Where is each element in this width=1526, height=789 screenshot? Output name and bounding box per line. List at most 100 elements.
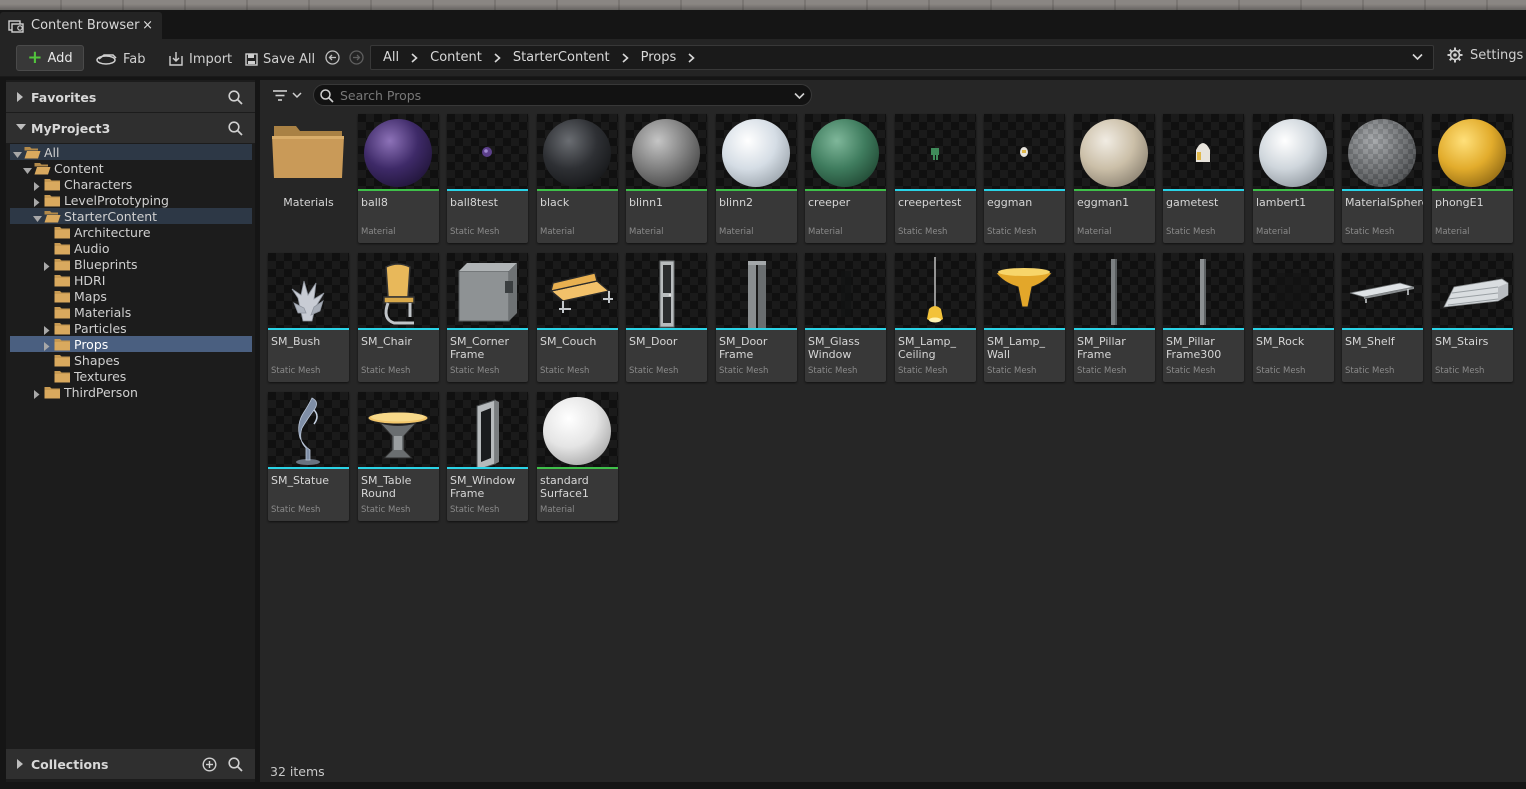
chevron-right-icon[interactable] [622,52,629,63]
folder-icon [44,178,61,191]
favorites-header[interactable]: Favorites [6,82,255,112]
asset-tile-sm_glasswindow[interactable]: SM_Glass Window Static Mesh [805,253,886,382]
tab-content-browser[interactable]: Content Browser × [0,12,162,39]
tree-item-shapes[interactable]: Shapes [10,352,252,368]
asset-tile-sm_tableround[interactable]: SM_Table Round Static Mesh [358,392,439,521]
project-header[interactable]: MyProject3 [6,113,255,143]
asset-name: blinn2 [719,196,754,209]
asset-tile-sm_bush[interactable]: SM_Bush Static Mesh [268,253,349,382]
asset-tile-creepertest[interactable]: creepertest Static Mesh [895,114,976,243]
chevron-right-icon[interactable] [16,92,24,102]
tree-item-label: Audio [74,240,110,256]
tree-item-audio[interactable]: Audio [10,240,252,256]
asset-tile-sm_windowframe[interactable]: SM_Window Frame Static Mesh [447,392,528,521]
fab-button[interactable]: Fab [96,47,146,71]
asset-tile-creeper[interactable]: creeper Material [805,114,886,243]
asset-tile-sm_couch[interactable]: SM_Couch Static Mesh [537,253,618,382]
save-all-button[interactable]: Save All [245,47,315,71]
add-button[interactable]: + Add [16,45,84,71]
tree-item-label: ThirdPerson [64,384,138,400]
asset-type: Static Mesh [987,366,1037,376]
breadcrumb-item-props[interactable]: Props [641,50,677,65]
search-icon[interactable] [228,757,243,772]
breadcrumb[interactable]: All Content StarterContent Props [370,45,1434,70]
asset-tile-ball8test[interactable]: ball8test Static Mesh [447,114,528,243]
tree-item-props[interactable]: Props [10,336,252,352]
chevron-right-icon[interactable] [43,260,51,271]
chevron-right-icon[interactable] [688,52,696,63]
asset-tile-ball8[interactable]: ball8 Material [358,114,439,243]
asset-type: Material [1256,227,1291,237]
chevron-down-icon[interactable] [16,123,26,131]
asset-tile-sm_pillarframe300[interactable]: SM_Pillar Frame300 Static Mesh [1163,253,1244,382]
tree-item-all[interactable]: All [10,144,252,160]
asset-tile-sm_door[interactable]: SM_Door Static Mesh [626,253,707,382]
filter-button[interactable] [272,89,304,106]
chevron-right-icon[interactable] [33,196,41,207]
back-arrow-icon[interactable] [325,50,340,68]
asset-type: Static Mesh [450,227,500,237]
asset-tile-standardsurface1[interactable]: standard Surface1 Material [537,392,618,521]
chevron-right-icon[interactable] [43,340,51,351]
asset-tile-phonge1[interactable]: phongE1 Material [1432,114,1513,243]
search-input[interactable] [313,84,812,106]
chevron-right-icon[interactable] [33,180,41,191]
chevron-right-icon[interactable] [33,388,41,399]
chevron-down-icon[interactable] [794,92,805,100]
tree-item-materials[interactable]: Materials [10,304,252,320]
forward-arrow-icon[interactable] [349,50,364,68]
tree-item-hdri[interactable]: HDRI [10,272,252,288]
tree-item-label: Blueprints [74,256,138,272]
tree-item-content[interactable]: Content [10,160,252,176]
tree-item-thirdperson[interactable]: ThirdPerson [10,384,252,400]
tree-item-particles[interactable]: Particles [10,320,252,336]
asset-tile-eggman1[interactable]: eggman1 Material [1074,114,1155,243]
asset-tile-sm_statue[interactable]: SM_Statue Static Mesh [268,392,349,521]
tree-item-textures[interactable]: Textures [10,368,252,384]
breadcrumb-item-content[interactable]: Content [430,50,482,65]
search-field[interactable] [340,87,780,103]
tree-item-characters[interactable]: Characters [10,176,252,192]
chevron-right-icon[interactable] [494,52,501,63]
asset-tile-eggman[interactable]: eggman Static Mesh [984,114,1065,243]
breadcrumb-item-startercontent[interactable]: StarterContent [513,50,610,65]
asset-tile-blinn1[interactable]: blinn1 Material [626,114,707,243]
tree-item-architecture[interactable]: Architecture [10,224,252,240]
chevron-down-icon[interactable] [1412,53,1423,61]
tree-item-maps[interactable]: Maps [10,288,252,304]
chevron-right-icon[interactable] [16,759,24,769]
chevron-down-icon[interactable] [33,212,42,222]
search-icon[interactable] [228,121,243,136]
breadcrumb-item-all[interactable]: All [383,50,399,65]
settings-button[interactable]: Settings [1447,47,1523,63]
asset-tile-sm_stairs[interactable]: SM_Stairs Static Mesh [1432,253,1513,382]
search-icon [320,89,334,103]
asset-folder-materials[interactable]: Materials [268,114,349,243]
asset-tile-lambert1[interactable]: lambert1 Material [1253,114,1334,243]
collections-header[interactable]: Collections [6,749,255,779]
asset-tile-sm_shelf[interactable]: SM_Shelf Static Mesh [1342,253,1423,382]
asset-tile-gametest[interactable]: gametest Static Mesh [1163,114,1244,243]
asset-tile-black[interactable]: black Material [537,114,618,243]
asset-tile-sm_doorframe[interactable]: SM_Door Frame Static Mesh [716,253,797,382]
asset-tile-sm_cornerframe[interactable]: SM_Corner Frame Static Mesh [447,253,528,382]
import-button[interactable]: Import [168,47,232,71]
asset-thumbnail [537,114,618,189]
tree-item-blueprints[interactable]: Blueprints [10,256,252,272]
asset-tile-blinn2[interactable]: blinn2 Material [716,114,797,243]
close-icon[interactable]: × [142,18,153,33]
add-collection-icon[interactable] [202,757,217,772]
asset-tile-sm_chair[interactable]: SM_Chair Static Mesh [358,253,439,382]
tree-item-levelprototyping[interactable]: LevelPrototyping [10,192,252,208]
asset-tile-sm_rock[interactable]: SM_Rock Static Mesh [1253,253,1334,382]
asset-tile-sm_pillarframe[interactable]: SM_Pillar Frame Static Mesh [1074,253,1155,382]
asset-tile-sm_lamp_ceiling[interactable]: SM_Lamp_ Ceiling Static Mesh [895,253,976,382]
chevron-right-icon[interactable] [43,324,51,335]
chevron-down-icon[interactable] [23,164,32,174]
asset-tile-sm_lamp_wall[interactable]: SM_Lamp_ Wall Static Mesh [984,253,1065,382]
chevron-right-icon[interactable] [411,52,418,63]
chevron-down-icon[interactable] [13,148,22,158]
tree-item-startercontent[interactable]: StarterContent [10,208,252,224]
search-icon[interactable] [228,90,243,105]
asset-tile-materialsphere[interactable]: MaterialSphere Static Mesh [1342,114,1423,243]
